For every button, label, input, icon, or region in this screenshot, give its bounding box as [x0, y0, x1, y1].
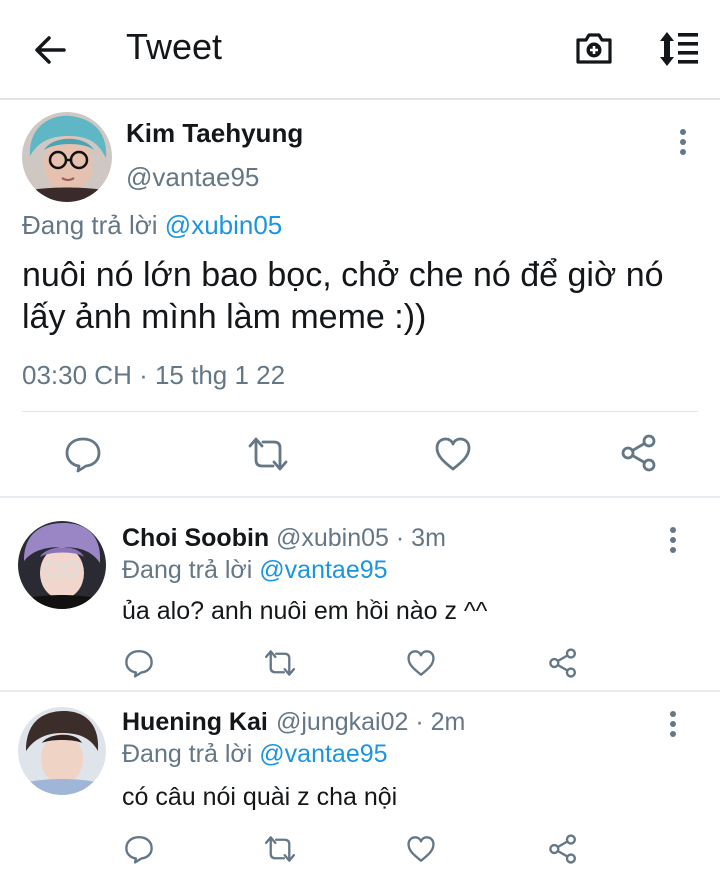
reply-icon[interactable]: [64, 435, 102, 473]
reply-text: ủa alo? anh nuôi em hồi nào z ^^: [122, 597, 488, 625]
camera-plus-icon[interactable]: [574, 28, 614, 68]
heart-icon[interactable]: [406, 835, 436, 863]
author-name[interactable]: Kim Taehyung: [126, 118, 303, 149]
reply-icon[interactable]: [124, 834, 154, 864]
share-icon[interactable]: [548, 648, 578, 678]
heart-icon[interactable]: [406, 649, 436, 677]
divider: [22, 411, 698, 412]
top-app-bar: Tweet: [0, 0, 720, 100]
share-icon[interactable]: [548, 834, 578, 864]
page-title: Tweet: [126, 26, 223, 67]
separator: [0, 690, 720, 692]
replying-to: Đang trả lời @vantae95: [122, 556, 388, 585]
replying-to: Đang trả lời @vantae95: [122, 740, 388, 769]
author-handle[interactable]: @vantae95: [126, 162, 259, 193]
reply-handle[interactable]: @jungkai02: [276, 708, 408, 736]
separator: [0, 496, 720, 498]
mention-link[interactable]: @vantae95: [259, 740, 387, 768]
avatar[interactable]: [22, 112, 112, 202]
reply-text: có câu nói quài z cha nội: [122, 783, 398, 811]
tweet-text: nuôi nó lớn bao bọc, chở che nó để giờ n…: [22, 256, 664, 336]
avatar[interactable]: [18, 707, 106, 795]
reply-author-name[interactable]: Choi Soobin: [122, 524, 269, 553]
more-vertical-icon[interactable]: [665, 526, 681, 554]
more-vertical-icon[interactable]: [675, 128, 691, 156]
retweet-icon[interactable]: [263, 649, 297, 677]
replying-prefix: Đang trả lời: [122, 556, 253, 584]
retweet-icon[interactable]: [246, 436, 290, 472]
replying-to: Đang trả lời @xubin05: [22, 210, 282, 241]
reply-author-name[interactable]: Huening Kai: [122, 708, 268, 737]
sort-list-icon[interactable]: [656, 30, 700, 68]
retweet-icon[interactable]: [263, 835, 297, 863]
replying-prefix: Đang trả lời: [122, 740, 253, 768]
mention-link[interactable]: @vantae95: [259, 556, 387, 584]
mention-link[interactable]: @xubin05: [165, 210, 282, 240]
avatar[interactable]: [18, 521, 106, 609]
replying-prefix: Đang trả lời: [22, 210, 158, 240]
reply-author-handle: @xubin05 · 3m: [276, 524, 446, 553]
reply-time: · 3m: [395, 524, 446, 552]
reply-icon[interactable]: [124, 648, 154, 678]
more-vertical-icon[interactable]: [665, 710, 681, 738]
share-icon[interactable]: [620, 434, 658, 472]
tweet-timestamp: 03:30 CH · 15 thg 1 22: [22, 360, 286, 390]
back-arrow-icon[interactable]: [30, 30, 70, 70]
reply-time: · 2m: [415, 708, 466, 736]
reply-handle[interactable]: @xubin05: [276, 524, 389, 552]
reply-author-handle: @jungkai02 · 2m: [276, 708, 465, 737]
heart-icon[interactable]: [434, 436, 472, 472]
